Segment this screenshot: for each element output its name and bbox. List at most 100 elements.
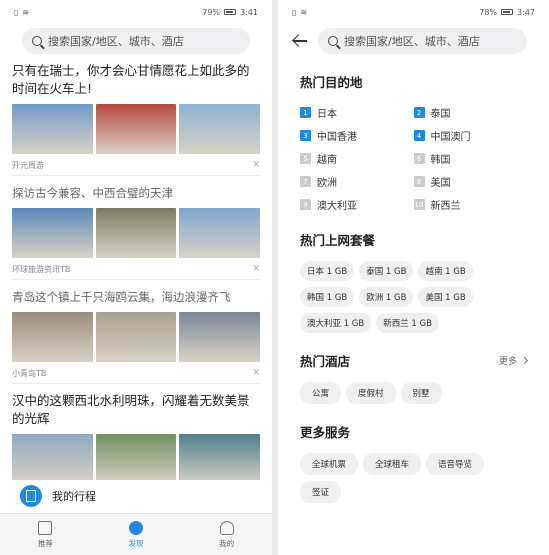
status-bar: ▯ ≋ 78% 3:47 [278, 0, 549, 24]
card-title: 探访古今兼容、中西合璧的天津 [12, 186, 173, 200]
feed-card[interactable]: 只有在瑞士，你才会心甘情愿花上如此多的时间在火车上! 开元周游 ✕ [12, 62, 261, 176]
data-plan-chip[interactable]: 韩国 1 GB [300, 287, 355, 307]
rank-badge: 5 [300, 153, 311, 164]
card-photo [95, 208, 177, 258]
section-title: 热门目的地 [300, 75, 363, 90]
destination-list: 1 日本 2 泰国 3 中国香港 4 中国澳门 5 越南 6 韩国 7 欧洲 8 美国 9 澳大利亚 10 新西兰 [300, 105, 527, 212]
destination-name: 泰国 [430, 109, 451, 120]
card-photo [95, 312, 177, 362]
hotel-type-chip[interactable]: 度假村 [346, 382, 396, 404]
rank-badge: 7 [300, 176, 311, 187]
card-photo [12, 312, 93, 362]
card-image-row [12, 312, 261, 362]
compass-icon [128, 520, 143, 535]
rank-badge: 4 [413, 130, 425, 141]
search-placeholder: 搜索国家/地区、城市、酒店 [48, 35, 184, 48]
battery-percent: 78% [479, 7, 498, 17]
services-heading: 更多服务 [300, 422, 527, 441]
destination-item[interactable]: 8 美国 [413, 174, 528, 189]
tab-recommend[interactable]: 推荐 [15, 520, 75, 549]
destination-item[interactable]: 4 中国澳门 [413, 128, 528, 143]
data-plan-chip[interactable]: 新西兰 1 GB [376, 313, 439, 333]
status-bar: ▯ ≋ 79% 3:41 [0, 0, 272, 24]
feed-card[interactable]: 青岛这个镇上千只海鸥云集，海边浪漫齐飞小青岛TB ✕ [12, 288, 261, 384]
service-chip[interactable]: 全球租车 [363, 453, 422, 475]
service-chip[interactable]: 签证 [300, 481, 342, 503]
card-title: 青岛这个镇上千只海鸥云集，海边浪漫齐飞 [12, 290, 231, 304]
card-image-row [12, 104, 261, 154]
service-chip[interactable]: 语音导览 [426, 453, 485, 475]
tab-discover[interactable]: 发现 [106, 520, 166, 549]
card-photo [12, 208, 93, 258]
card-photo [179, 208, 261, 258]
service-list: 全球机票 全球租车 语音导览签证 [300, 453, 527, 503]
destination-item[interactable]: 10 新西兰 [413, 197, 528, 212]
my-trip-button[interactable]: 我的行程 [0, 480, 272, 512]
destination-item[interactable]: 9 澳大利亚 [300, 197, 414, 212]
card-photo [179, 104, 261, 154]
data-plan-chip[interactable]: 美国 1 GB [418, 287, 473, 307]
section-title: 热门酒店 [300, 354, 351, 369]
card-photo [179, 312, 261, 362]
data-plan-list: 日本 1 GB 泰国 1 GB 越南 1 GB 韩国 1 GB 欧洲 1 GB 美国 1 … [300, 261, 527, 333]
close-icon[interactable]: ✕ [252, 264, 260, 274]
data-plan-chip[interactable]: 泰国 1 GB [359, 261, 414, 281]
destination-name: 越南 [317, 155, 337, 166]
destination-item[interactable]: 6 韩国 [413, 151, 528, 166]
rank-badge: 8 [413, 176, 425, 187]
rank-badge: 6 [413, 153, 425, 164]
feed-card[interactable]: 探访古今兼容、中西合璧的天津 环球旅游资讯TB ✕ [12, 184, 261, 280]
user-icon [219, 520, 234, 535]
close-icon[interactable]: ✕ [252, 160, 260, 170]
data-plan-chip[interactable]: 欧洲 1 GB [359, 287, 414, 307]
wifi-icon: ≋ [300, 7, 308, 17]
destination-name: 欧洲 [317, 178, 337, 189]
back-arrow-icon[interactable] [292, 33, 308, 49]
tab-label: 我的 [219, 538, 235, 548]
wifi-icon: ≋ [22, 7, 30, 17]
hotel-type-chip[interactable]: 公寓 [300, 382, 342, 404]
discover-screen: ▯ ≋ 79% 3:41 搜索国家/地区、城市、酒店 只有在瑞士，你才会心甘情愿花上… [0, 0, 272, 555]
destination-item[interactable]: 3 中国香港 [300, 128, 414, 143]
itinerary-icon [20, 485, 42, 507]
card-footer: 开元周游 ✕ [12, 159, 260, 171]
destination-item[interactable]: 7 欧洲 [300, 174, 414, 189]
rank-badge: 10 [413, 199, 425, 210]
card-image-row [12, 208, 261, 258]
data-plan-chip[interactable]: 越南 1 GB [418, 261, 473, 281]
tab-me[interactable]: 我的 [197, 520, 257, 549]
card-source: 开元周游 [12, 160, 44, 170]
rank-badge: 3 [300, 130, 311, 141]
tab-label: 发现 [128, 538, 144, 548]
search-input[interactable]: 搜索国家/地区、城市、酒店 [318, 28, 527, 54]
battery-percent: 79% [202, 7, 221, 17]
destination-name: 新西兰 [430, 201, 461, 212]
close-icon[interactable]: ✕ [252, 368, 260, 378]
destination-name: 澳大利亚 [317, 201, 357, 212]
trip-label: 我的行程 [52, 490, 96, 503]
search-input[interactable]: 搜索国家/地区、城市、酒店 [22, 28, 250, 54]
data-plan-chip[interactable]: 澳大利亚 1 GB [300, 313, 372, 333]
destination-name: 美国 [430, 178, 451, 189]
sim-icon: ▯ [14, 7, 19, 17]
destination-item[interactable]: 2 泰国 [413, 105, 528, 120]
star-icon [38, 520, 53, 535]
feed-card[interactable]: 汉中的这颗西北水利明珠，闪耀着无数美景的光辉 [12, 392, 261, 489]
card-footer: 小青岛TB ✕ [12, 367, 260, 379]
card-source: 小青岛TB [12, 368, 47, 378]
destination-name: 韩国 [430, 155, 451, 166]
destination-item[interactable]: 5 越南 [300, 151, 414, 166]
hotel-type-chip[interactable]: 别墅 [400, 382, 442, 404]
destination-item[interactable]: 1 日本 [300, 105, 414, 120]
search-icon [328, 36, 338, 46]
section-title: 更多服务 [300, 425, 351, 440]
data-plan-chip[interactable]: 日本 1 GB [300, 261, 355, 281]
tab-label: 推荐 [37, 538, 53, 548]
hotel-type-list: 公寓 度假村 别墅 [300, 382, 527, 404]
chevron-right-icon [520, 356, 529, 365]
hotels-heading: 热门酒店 更多 [300, 351, 529, 370]
more-hotels-link[interactable]: 更多 [499, 354, 529, 367]
service-chip[interactable]: 全球机票 [300, 453, 359, 475]
destination-name: 中国香港 [317, 132, 357, 143]
card-photo [12, 434, 93, 484]
